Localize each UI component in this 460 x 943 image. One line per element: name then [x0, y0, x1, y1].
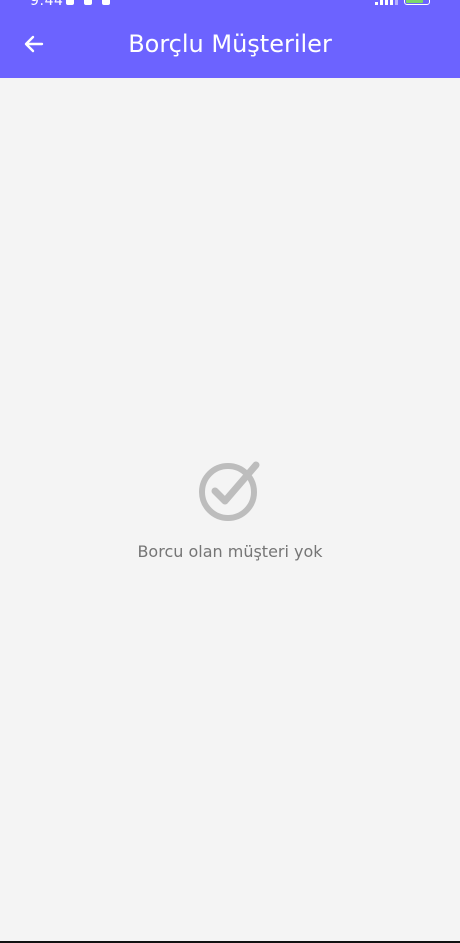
- battery-level: [406, 0, 424, 3]
- status-time: 9:44: [30, 0, 64, 9]
- check-circle-icon: [199, 461, 260, 521]
- screen: 9:44 Borçlu Müşteriler Borcu olan müşter…: [0, 0, 460, 943]
- page-title: Borçlu Müşteriler: [128, 30, 332, 58]
- status-bar: 9:44: [0, 0, 460, 10]
- notification-icon: [102, 0, 110, 5]
- arrow-left-icon: [24, 35, 44, 53]
- notification-icon: [84, 0, 92, 5]
- status-indicators: [375, 0, 430, 5]
- back-button[interactable]: [14, 24, 54, 64]
- app-bar: Borçlu Müşteriler: [0, 10, 460, 78]
- signal-icon: [375, 0, 398, 5]
- empty-state: Borcu olan müşteri yok: [0, 458, 460, 561]
- notification-icon: [66, 0, 74, 5]
- empty-message: Borcu olan müşteri yok: [137, 542, 323, 561]
- battery-icon: [404, 0, 430, 5]
- notification-icons: [66, 0, 110, 5]
